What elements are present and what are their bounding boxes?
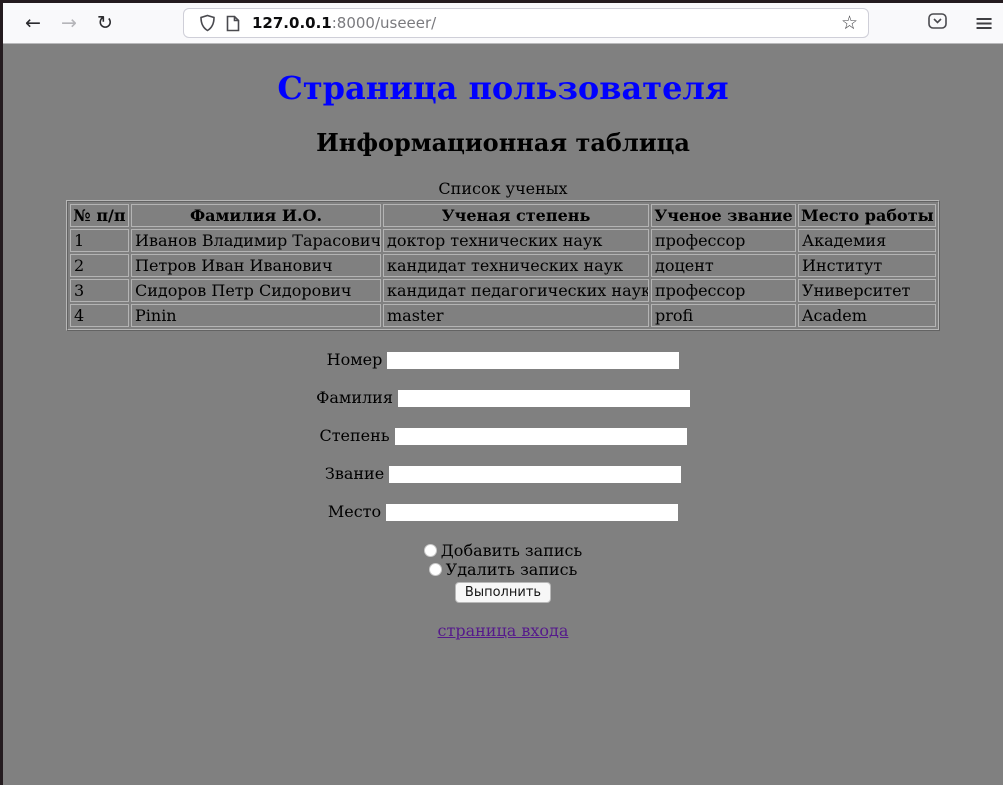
forward-button[interactable]: → [53, 7, 85, 39]
cell-name: Pinin [131, 304, 381, 327]
cell-number: 4 [70, 304, 129, 327]
cell-rank: профессор [651, 229, 796, 252]
browser-window: ← → ↻ 127.0.0.1:8000/useeer/ ☆ [0, 0, 1003, 785]
cell-number: 1 [70, 229, 129, 252]
url-text: 127.0.0.1:8000/useeer/ [252, 14, 837, 32]
cell-degree: master [383, 304, 649, 327]
section-title: Информационная таблица [3, 128, 1003, 157]
col-header-number: № п/п [70, 204, 129, 227]
browser-toolbar: ← → ↻ 127.0.0.1:8000/useeer/ ☆ [3, 3, 1003, 44]
col-header-workplace: Место работы [798, 204, 936, 227]
rank-label: Звание [325, 464, 384, 483]
cell-name: Сидоров Петр Сидорович [131, 279, 381, 302]
record-form: Номер Фамилия Степень Звание Место Добав… [3, 351, 1003, 603]
table-row: 1 Иванов Владимир Тарасович доктор техни… [70, 229, 936, 252]
table-row: 2 Петров Иван Иванович кандидат техничес… [70, 254, 936, 277]
cell-rank: profi [651, 304, 796, 327]
cell-rank: доцент [651, 254, 796, 277]
scientists-table: Список ученых № п/п Фамилия И.О. Ученая … [66, 179, 940, 331]
table-row: 4 Pinin master profi Academ [70, 304, 936, 327]
cell-number: 3 [70, 279, 129, 302]
cell-workplace: Академия [798, 229, 936, 252]
menu-icon[interactable]: ≡ [974, 11, 994, 35]
reload-button[interactable]: ↻ [89, 7, 121, 39]
col-header-name: Фамилия И.О. [131, 204, 381, 227]
rank-input[interactable] [389, 466, 681, 483]
col-header-degree: Ученая степень [383, 204, 649, 227]
shield-icon[interactable] [194, 10, 220, 36]
col-header-rank: Ученое звание [651, 204, 796, 227]
table-header-row: № п/п Фамилия И.О. Ученая степень Ученое… [70, 204, 936, 227]
pocket-icon[interactable] [927, 11, 948, 35]
execute-button[interactable]: Выполнить [455, 582, 551, 603]
number-label: Номер [327, 350, 383, 369]
surname-label: Фамилия [316, 388, 393, 407]
cell-name: Петров Иван Иванович [131, 254, 381, 277]
cell-workplace: Университет [798, 279, 936, 302]
cell-degree: доктор технических наук [383, 229, 649, 252]
workplace-input[interactable] [386, 504, 678, 521]
delete-record-radio[interactable] [429, 563, 442, 576]
bookmark-star-icon[interactable]: ☆ [837, 12, 862, 34]
login-page-link[interactable]: страница входа [438, 621, 569, 640]
cell-workplace: Academ [798, 304, 936, 327]
cell-workplace: Институт [798, 254, 936, 277]
degree-input[interactable] [395, 428, 687, 445]
url-host: 127.0.0.1 [252, 14, 332, 32]
cell-name: Иванов Владимир Тарасович [131, 229, 381, 252]
cell-degree: кандидат технических наук [383, 254, 649, 277]
page-info-icon[interactable] [220, 10, 246, 36]
page-title: Страница пользователя [3, 69, 1003, 107]
cell-rank: профессор [651, 279, 796, 302]
table-row: 3 Сидоров Петр Сидорович кандидат педаго… [70, 279, 936, 302]
cell-number: 2 [70, 254, 129, 277]
table-caption: Список ученых [66, 179, 940, 198]
surname-input[interactable] [398, 390, 690, 407]
add-record-radio[interactable] [424, 544, 437, 557]
url-path: :8000/useeer/ [332, 14, 437, 32]
workplace-label: Место [328, 502, 381, 521]
page-content: Страница пользователя Информационная таб… [3, 69, 1003, 640]
delete-record-label: Удалить запись [446, 560, 578, 579]
add-record-label: Добавить запись [441, 541, 582, 560]
number-input[interactable] [387, 352, 679, 369]
cell-degree: кандидат педагогических наук [383, 279, 649, 302]
url-bar[interactable]: 127.0.0.1:8000/useeer/ ☆ [183, 8, 869, 38]
back-button[interactable]: ← [17, 7, 49, 39]
degree-label: Степень [319, 426, 389, 445]
